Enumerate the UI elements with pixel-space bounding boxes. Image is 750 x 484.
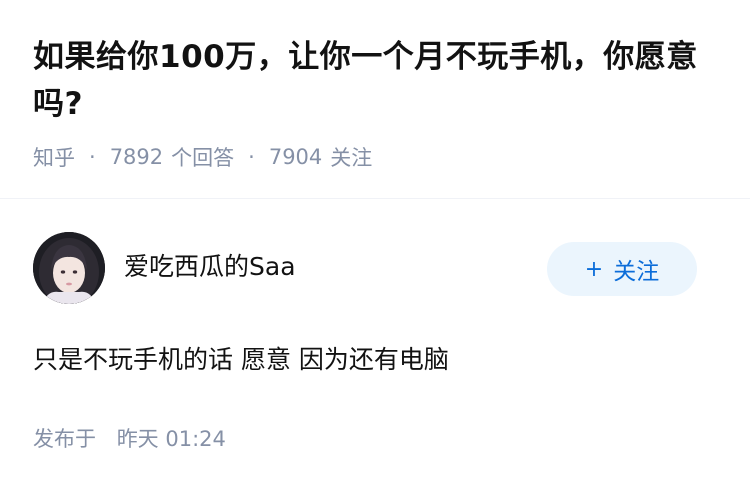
follow-button-label: 关注 (613, 259, 660, 285)
question-title[interactable]: 如果给你100万，让你一个月不玩手机，你愿意吗? (33, 34, 717, 128)
source-label[interactable]: 知乎 (33, 142, 75, 172)
published-label: 发布于 (33, 427, 96, 451)
avatar-image (33, 232, 105, 304)
meta-separator: · (89, 145, 96, 169)
answer-count: 7892 (109, 145, 164, 169)
follow-count: 7904 (268, 145, 323, 169)
answer-card: 爱吃西瓜的Saa + 关注 只是不玩手机的话 愿意 因为还有电脑 发布于 昨天 … (0, 199, 750, 453)
published-time: 昨天 01:24 (116, 427, 226, 451)
author-row: 爱吃西瓜的Saa + 关注 (33, 232, 717, 304)
answer-timestamp: 发布于 昨天 01:24 (33, 423, 717, 453)
question-header: 如果给你100万，让你一个月不玩手机，你愿意吗? 知乎 · 7892 个回答 ·… (0, 0, 750, 172)
question-meta: 知乎 · 7892 个回答 · 7904 关注 (33, 142, 717, 172)
answer-content[interactable]: 只是不玩手机的话 愿意 因为还有电脑 (33, 342, 717, 378)
follow-button[interactable]: + 关注 (547, 242, 697, 296)
answer-count-label[interactable]: 个回答 (171, 142, 234, 172)
avatar[interactable] (33, 232, 105, 304)
follow-count-label[interactable]: 关注 (330, 142, 372, 172)
meta-separator: · (248, 145, 255, 169)
plus-icon: + (584, 256, 604, 282)
author-name[interactable]: 爱吃西瓜的Saa (124, 247, 296, 283)
